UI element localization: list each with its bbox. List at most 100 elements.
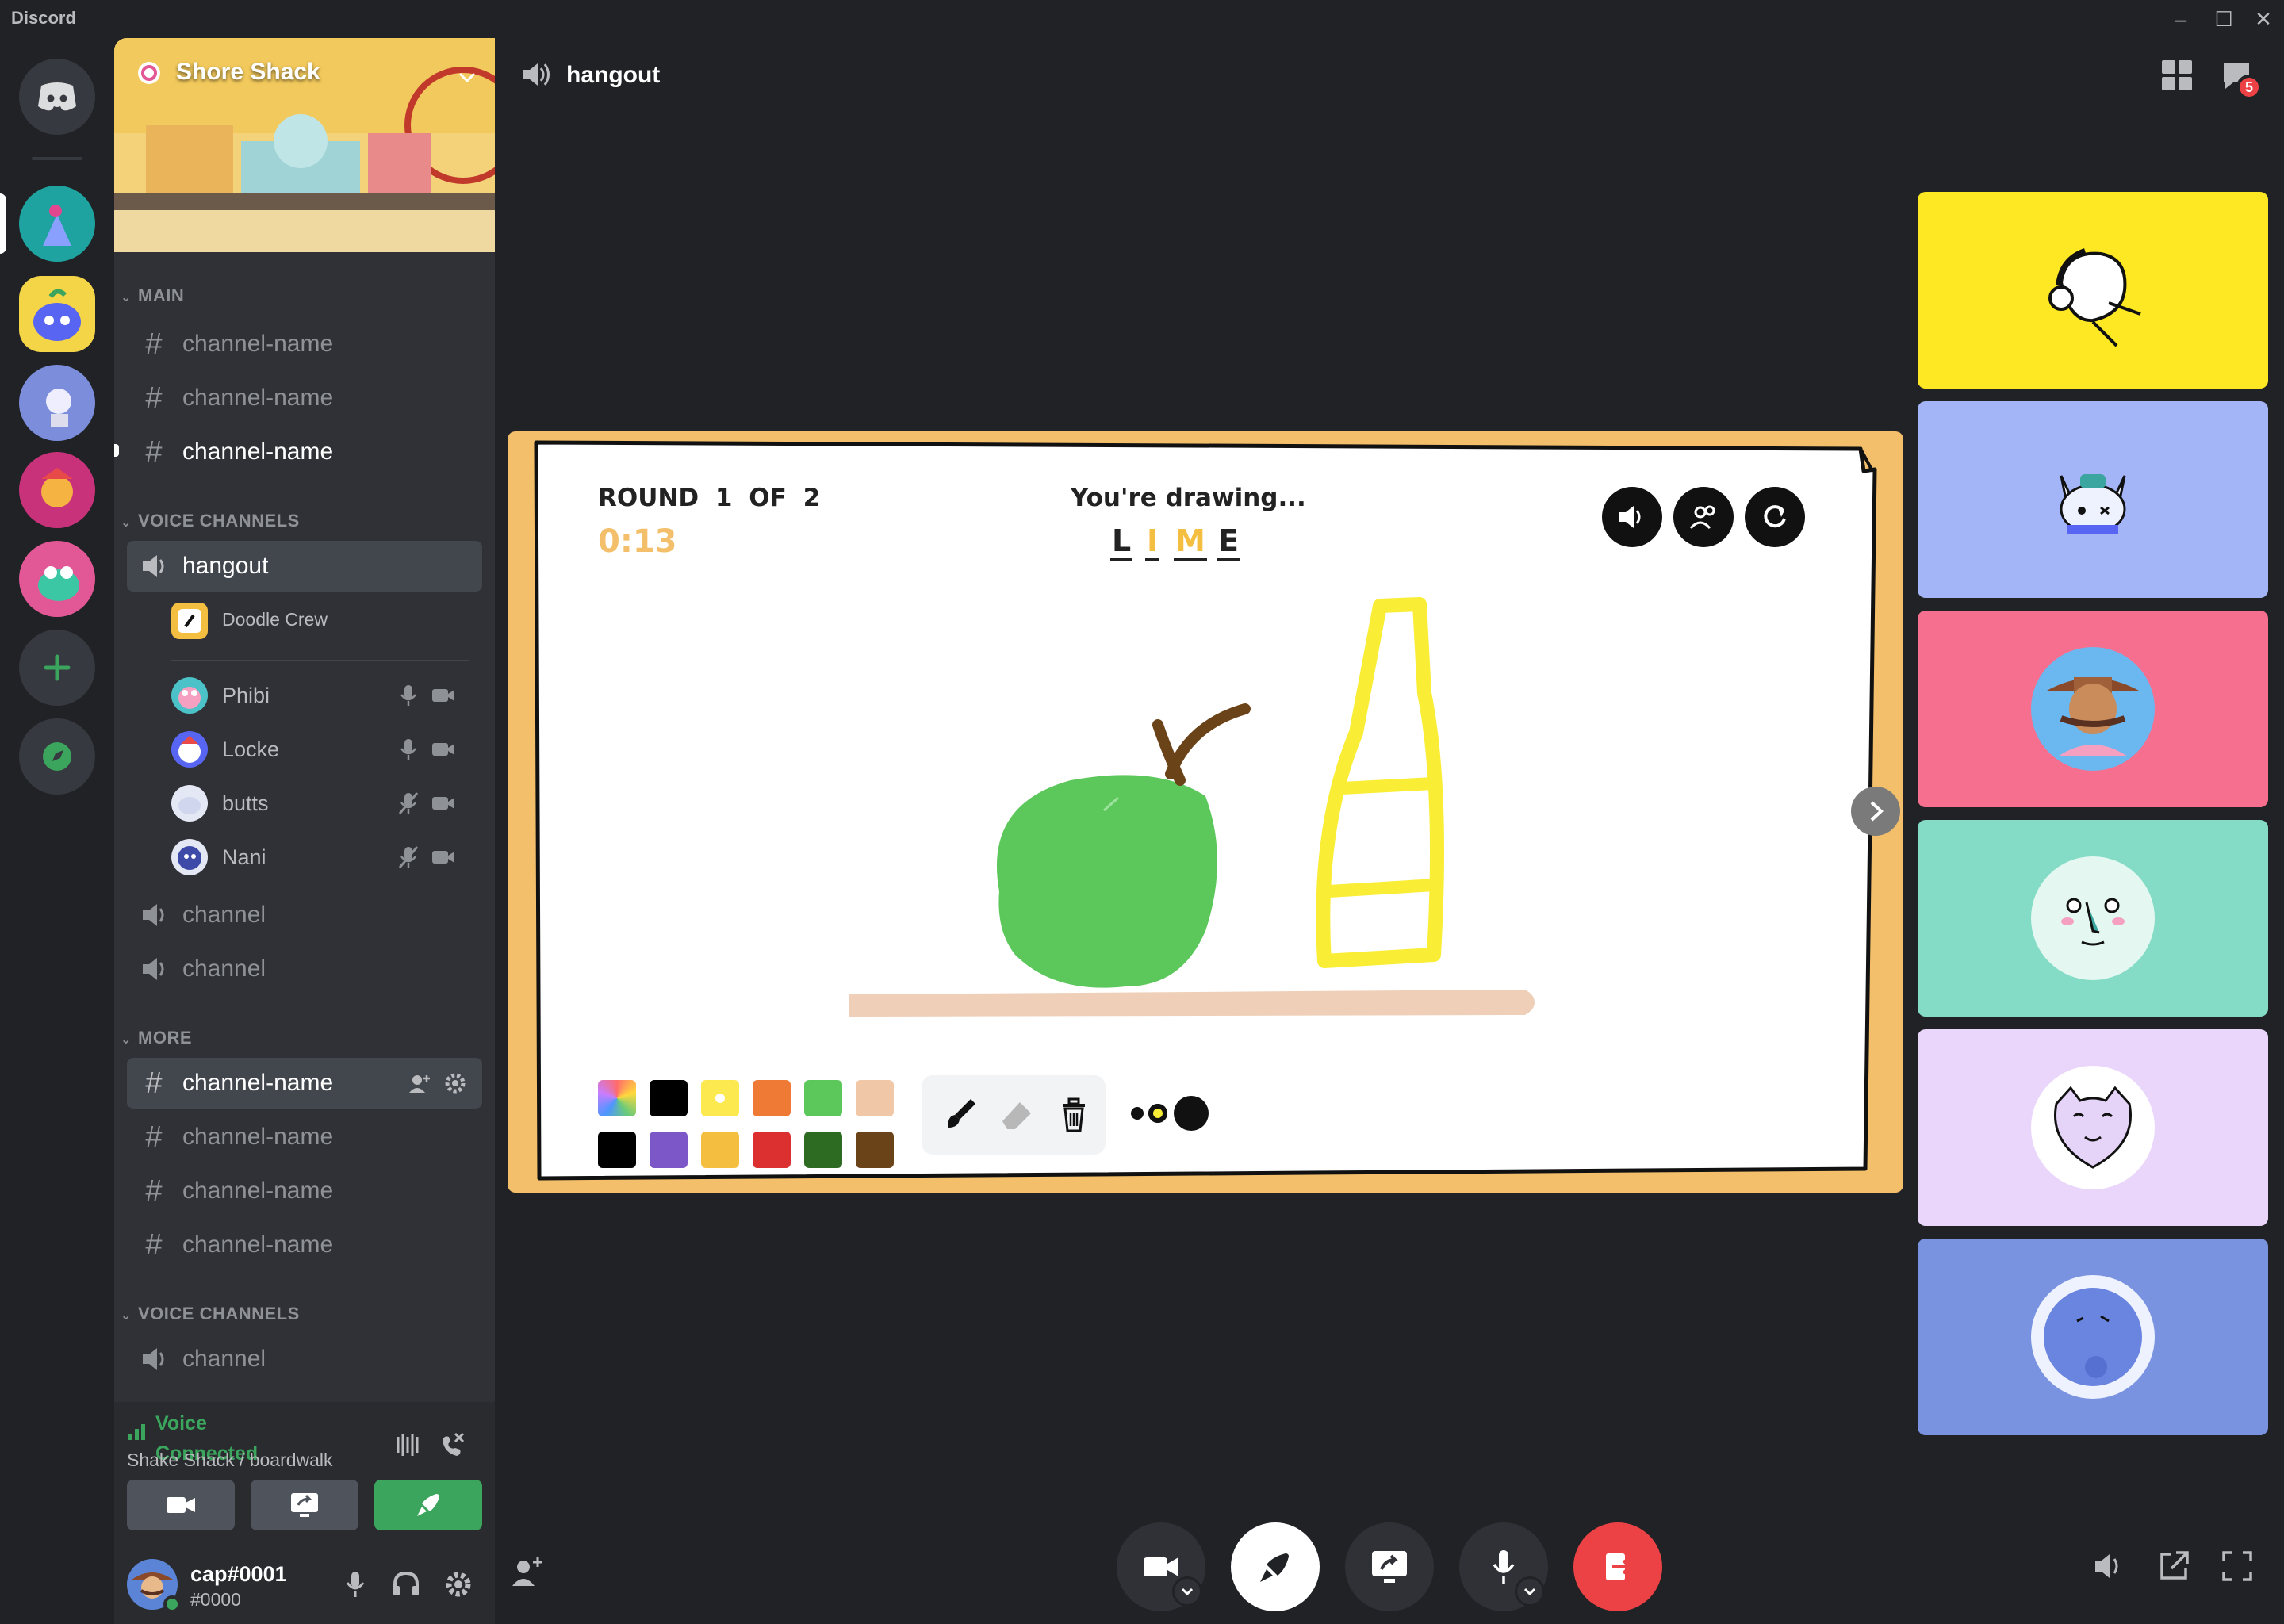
participant-tile[interactable]	[1918, 1239, 2268, 1435]
chevron-down-icon[interactable]	[457, 67, 477, 87]
server-rail	[0, 38, 114, 1624]
participant-tile[interactable]	[1918, 192, 2268, 389]
fullscreen-icon[interactable]	[2221, 1549, 2254, 1583]
microphone-options-button[interactable]	[1515, 1576, 1545, 1607]
username[interactable]: cap#0001	[190, 1562, 287, 1587]
color-swatch[interactable]	[598, 1132, 636, 1168]
avatar	[2031, 1275, 2155, 1399]
volume-icon[interactable]	[2092, 1549, 2129, 1583]
voice-user[interactable]: butts	[171, 780, 481, 825]
hashtag-icon: #	[145, 1067, 163, 1100]
channel-text[interactable]: # channel-name	[127, 373, 482, 423]
maximize-icon[interactable]: ☐	[2208, 5, 2240, 33]
color-swatch[interactable]	[804, 1132, 842, 1168]
online-status-indicator	[163, 1595, 181, 1613]
category-more[interactable]: ⌄ MORE	[121, 1028, 192, 1048]
color-swatch[interactable]	[598, 1080, 636, 1116]
camera-icon	[432, 797, 454, 810]
participant-tile[interactable]	[1918, 401, 2268, 598]
voice-user[interactable]: Phibi	[171, 672, 481, 717]
voice-user[interactable]: Nani	[171, 834, 481, 879]
user-tag: #0000	[190, 1589, 241, 1610]
voice-channel[interactable]: channel	[127, 890, 482, 940]
participant-tile[interactable]	[1918, 820, 2268, 1017]
explore-servers-button[interactable]	[19, 718, 95, 795]
activity-launch-button[interactable]	[1231, 1522, 1320, 1611]
color-swatch[interactable]	[650, 1132, 688, 1168]
trash-icon[interactable]	[1050, 1091, 1098, 1139]
channel-text-hovered[interactable]: # channel-name	[127, 1058, 482, 1109]
channel-text[interactable]: # channel-name	[127, 1220, 482, 1270]
server-icon-hero[interactable]	[19, 452, 95, 528]
color-swatch[interactable]	[856, 1132, 894, 1168]
eraser-icon[interactable]	[993, 1091, 1040, 1139]
next-page-button[interactable]	[1851, 787, 1900, 836]
disconnect-icon[interactable]	[438, 1431, 466, 1459]
video-button[interactable]	[127, 1480, 235, 1530]
camera-button[interactable]	[1117, 1522, 1205, 1611]
close-icon[interactable]: ✕	[2248, 5, 2279, 33]
home-button[interactable]	[19, 59, 95, 135]
brush-size-large[interactable]	[1174, 1096, 1209, 1131]
color-swatch[interactable]	[753, 1132, 791, 1168]
color-swatch[interactable]	[701, 1132, 739, 1168]
camera-icon	[432, 851, 454, 864]
minimize-icon[interactable]: –	[2165, 5, 2197, 33]
category-voice-channels-2[interactable]: ⌄ VOICE CHANNELS	[121, 1304, 300, 1324]
speaker-icon	[143, 1348, 164, 1370]
channel-text[interactable]: # channel-name	[127, 319, 482, 370]
camera-options-button[interactable]	[1172, 1576, 1202, 1607]
voice-channel[interactable]: channel	[127, 944, 482, 994]
pop-out-icon[interactable]	[2157, 1549, 2190, 1583]
channel-text[interactable]: # channel-name	[127, 1166, 482, 1216]
grid-layout-icon[interactable]	[2160, 59, 2194, 92]
color-swatch[interactable]	[804, 1080, 842, 1116]
server-icon-robot[interactable]	[19, 365, 95, 441]
server-icon-frog[interactable]	[19, 541, 95, 617]
brush-size-medium[interactable]	[1148, 1104, 1167, 1123]
voice-channel-hangout[interactable]: hangout	[127, 541, 482, 592]
hashtag-icon: #	[145, 1120, 163, 1154]
participant-tile[interactable]	[1918, 611, 2268, 807]
microphone-icon[interactable]	[341, 1568, 370, 1600]
activity-doodle-crew[interactable]: Doodle Crew	[171, 598, 481, 642]
add-server-button[interactable]	[19, 630, 95, 706]
noise-suppression-icon[interactable]	[393, 1431, 422, 1459]
color-swatch[interactable]	[856, 1080, 894, 1116]
voice-location[interactable]: Shake Shack / boardwalk	[127, 1450, 333, 1471]
channel-text[interactable]: # channel-name	[127, 1112, 482, 1162]
camera-icon	[432, 743, 454, 756]
speaker-icon	[143, 555, 164, 577]
brush-size-small[interactable]	[1131, 1107, 1144, 1120]
chat-toggle-button[interactable]: 5	[2221, 59, 2265, 103]
headphones-icon[interactable]	[390, 1568, 422, 1600]
activity-button[interactable]	[374, 1480, 482, 1530]
microphone-icon	[1493, 1550, 1515, 1584]
color-swatch[interactable]	[753, 1080, 791, 1116]
category-main[interactable]: ⌄ MAIN	[121, 285, 184, 306]
participant-tile[interactable]	[1918, 1029, 2268, 1226]
microphone-button[interactable]	[1459, 1522, 1548, 1611]
invite-member-icon[interactable]	[406, 1071, 431, 1096]
color-swatch[interactable]	[701, 1080, 739, 1116]
voice-channel[interactable]: channel	[127, 1334, 482, 1385]
signal-icon	[128, 1424, 145, 1440]
screen-share-button[interactable]	[251, 1480, 358, 1530]
category-voice-channels[interactable]: ⌄ VOICE CHANNELS	[121, 511, 300, 531]
activity-game-frame[interactable]: ROUND 1 OF 2 0:13 You're drawing... L I …	[508, 431, 1903, 1193]
invite-to-call-button[interactable]	[511, 1554, 544, 1588]
title-bar: Discord – ☐ ✕	[0, 0, 2284, 38]
hashtag-icon: #	[145, 1228, 163, 1262]
gear-icon[interactable]	[443, 1071, 468, 1096]
leave-call-button[interactable]	[1573, 1522, 1662, 1611]
channel-text-unread[interactable]: # channel-name	[127, 427, 482, 477]
screen-share-button[interactable]	[1345, 1522, 1434, 1611]
server-icon-shore-shack[interactable]	[19, 276, 95, 352]
divider	[171, 660, 469, 661]
server-icon-teal[interactable]	[19, 186, 95, 262]
voice-user[interactable]: Locke	[171, 726, 481, 771]
server-banner[interactable]: Shore Shack	[114, 38, 495, 252]
color-swatch[interactable]	[650, 1080, 688, 1116]
brush-icon[interactable]	[936, 1091, 983, 1139]
settings-gear-icon[interactable]	[443, 1568, 474, 1600]
